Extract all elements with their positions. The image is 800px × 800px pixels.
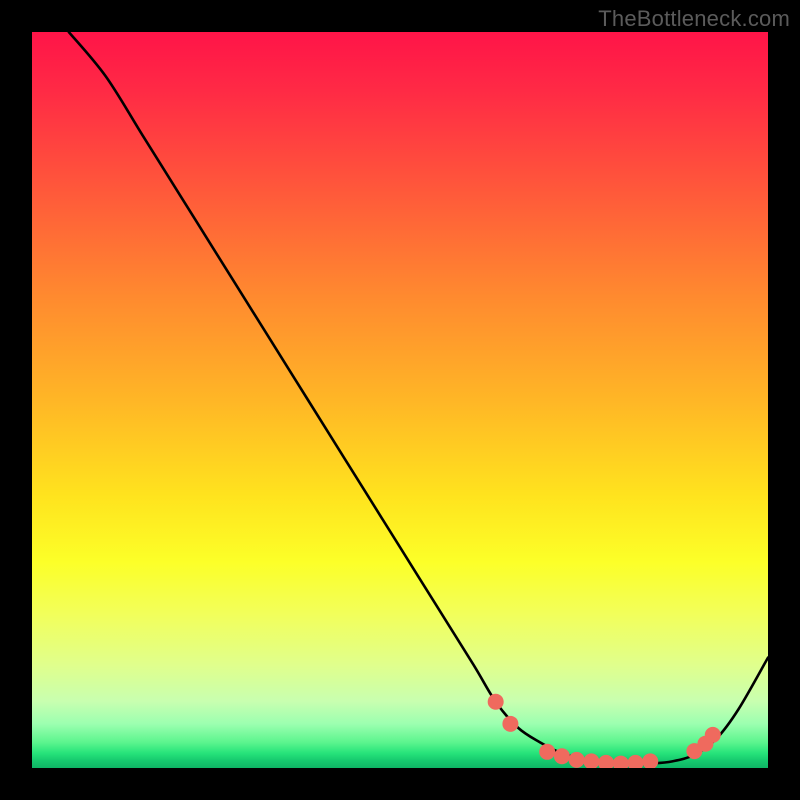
plot-area [32,32,768,768]
heat-gradient [32,32,768,768]
watermark-text: TheBottleneck.com [598,6,790,32]
chart-frame: TheBottleneck.com [0,0,800,800]
